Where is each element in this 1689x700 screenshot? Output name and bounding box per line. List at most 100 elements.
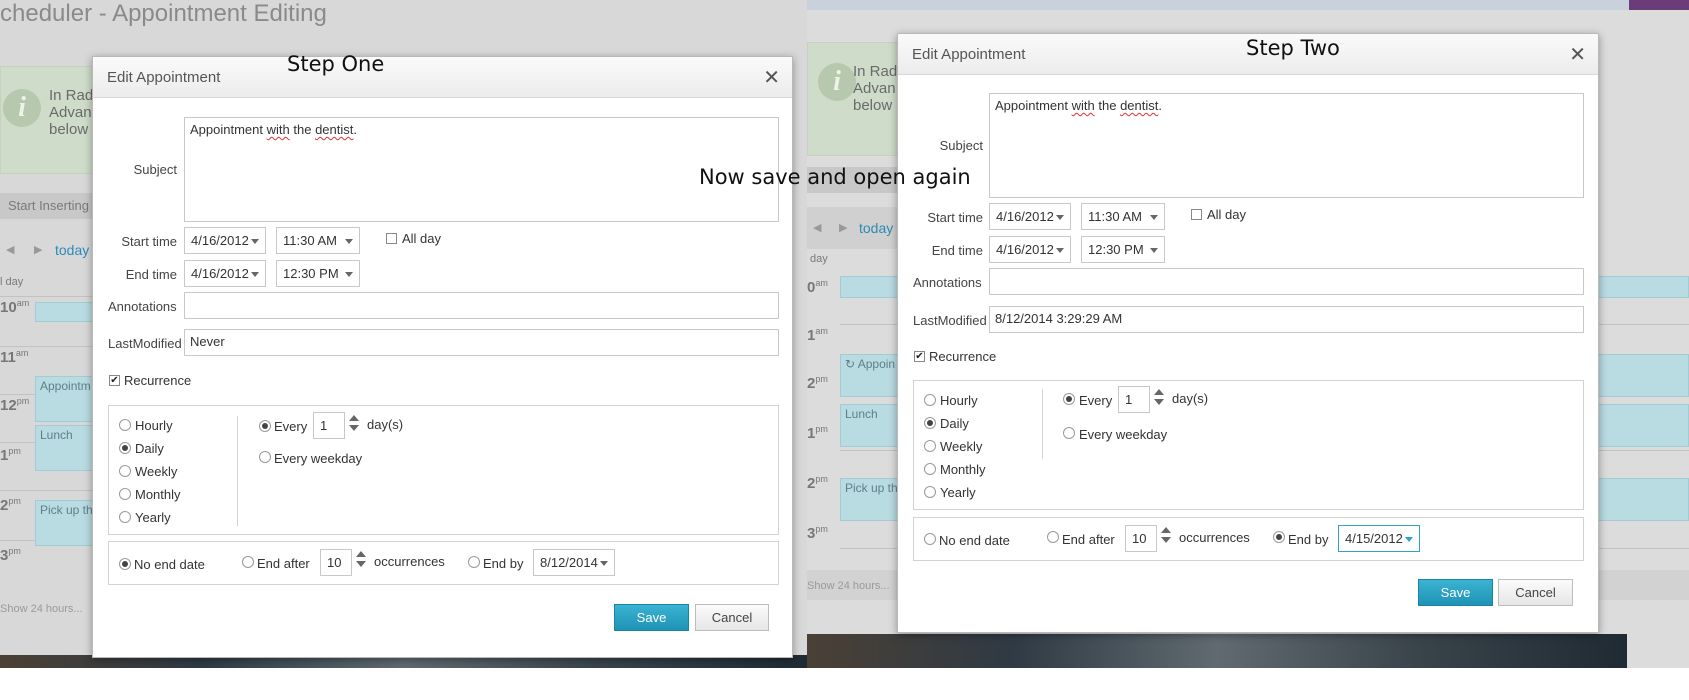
cancel-button[interactable]: Cancel [695, 604, 769, 631]
end-time-label: End time [125, 267, 177, 282]
every-weekday-label: Every weekday [274, 451, 363, 466]
frequency-radio-weekly[interactable] [924, 440, 936, 452]
hour-label: 1pm [0, 446, 21, 464]
next-icon[interactable]: ▶ [839, 221, 847, 234]
today-link[interactable]: today [859, 220, 893, 236]
today-link[interactable]: today [55, 242, 89, 258]
show-24-hours-link[interactable]: Show 24 hours... [807, 580, 890, 592]
frequency-radio-yearly[interactable] [924, 486, 936, 498]
subject-textarea[interactable]: Appointment with the dentist. [184, 117, 779, 222]
end-time-picker[interactable]: 12:30 PM [276, 260, 360, 287]
close-icon[interactable]: ✕ [763, 65, 780, 90]
last-modified-label: LastModified [913, 313, 987, 328]
hour-label: 2pm [0, 496, 21, 514]
recurrence-checkbox[interactable]: ✔ [914, 351, 925, 362]
subject-label: Subject [939, 138, 983, 153]
frequency-radio-daily[interactable] [924, 417, 936, 429]
no-end-date-radio[interactable] [924, 533, 936, 545]
end-time-picker[interactable]: 12:30 PM [1081, 236, 1165, 263]
every-weekday-radio[interactable] [259, 451, 271, 463]
every-weekday-label: Every weekday [1079, 427, 1168, 442]
prev-icon[interactable]: ◀ [6, 243, 14, 256]
annotations-label: Annotations [913, 275, 982, 290]
every-label: Every [1079, 393, 1113, 408]
dialog-header: Edit Appointment ✕ [93, 57, 792, 98]
edit-appointment-dialog-step-one: Edit Appointment ✕ Subject Appointment w… [92, 56, 793, 658]
frequency-label-yearly: Yearly [135, 510, 171, 525]
every-n-days-radio[interactable] [259, 420, 271, 432]
every-weekday-radio[interactable] [1063, 427, 1075, 439]
hour-label: 3pm [0, 546, 21, 564]
toolbar-text: Start Inserting [8, 198, 89, 213]
end-after-label: End after [1062, 532, 1115, 547]
occurrences-stepper[interactable]: 10 [320, 549, 352, 576]
frequency-radio-hourly[interactable] [119, 419, 131, 431]
hour-label: 1am [807, 326, 828, 344]
occurrences-stepper[interactable]: 10 [1125, 525, 1157, 552]
appointment-block[interactable]: Lunch [35, 425, 100, 471]
end-by-label: End by [483, 556, 524, 571]
end-after-label: End after [257, 556, 310, 571]
frequency-label-hourly: Hourly [940, 393, 978, 408]
end-after-radio[interactable] [1047, 531, 1059, 543]
annotations-input[interactable] [989, 268, 1584, 295]
frequency-radio-monthly[interactable] [924, 463, 936, 475]
annotations-label: Annotations [108, 299, 177, 314]
appointment-block[interactable] [35, 302, 100, 322]
subject-textarea[interactable]: Appointment with the dentist. [989, 93, 1584, 198]
recurrence-range-panel: No end date End after 10 occurrences End… [108, 541, 779, 585]
hour-label: 10am [0, 298, 30, 316]
appointment-block[interactable]: Appointm [35, 376, 100, 422]
info-icon: i [3, 89, 41, 127]
next-icon[interactable]: ▶ [34, 243, 42, 256]
frequency-label-hourly: Hourly [135, 418, 173, 433]
end-time-label: End time [931, 243, 983, 258]
end-date-picker[interactable]: 4/16/2012 [184, 260, 266, 287]
every-n-days-radio[interactable] [1063, 393, 1075, 405]
frequency-label-weekly: Weekly [135, 464, 178, 479]
appointment-block[interactable]: Pick up th [35, 500, 100, 546]
show-24-hours-link[interactable]: Show 24 hours... [0, 603, 83, 615]
every-days-stepper[interactable]: 1 [313, 412, 345, 439]
start-time-picker[interactable]: 11:30 AM [276, 227, 360, 254]
recurrence-range-panel: No end date End after 10 occurrences End… [913, 517, 1584, 561]
allday-label: l day [0, 276, 24, 288]
start-date-picker[interactable]: 4/16/2012 [989, 203, 1071, 230]
edit-appointment-dialog-step-two: Edit Appointment ✕ Subject Appointment w… [897, 33, 1599, 633]
frequency-radio-weekly[interactable] [119, 465, 131, 477]
info-box: i In Rad Advan below [807, 42, 899, 156]
days-label: day(s) [1172, 391, 1209, 406]
prev-icon[interactable]: ◀ [813, 221, 821, 234]
save-button[interactable]: Save [1418, 579, 1493, 606]
all-day-checkbox[interactable] [386, 233, 397, 244]
instruction-note: Now save and open again [699, 165, 971, 189]
info-icon: i [818, 63, 856, 101]
start-date-picker[interactable]: 4/16/2012 [184, 227, 266, 254]
subject-label: Subject [133, 162, 177, 177]
no-end-date-radio[interactable] [119, 558, 131, 570]
app-title: cheduler - Appointment Editing [0, 0, 327, 27]
recurrence-checkbox[interactable]: ✔ [109, 375, 120, 386]
end-date-picker[interactable]: 4/16/2012 [989, 236, 1071, 263]
frequency-radio-daily[interactable] [119, 442, 131, 454]
start-time-picker[interactable]: 11:30 AM [1081, 203, 1165, 230]
every-days-stepper[interactable]: 1 [1118, 386, 1150, 413]
all-day-checkbox[interactable] [1191, 209, 1202, 220]
close-icon[interactable]: ✕ [1569, 42, 1586, 67]
end-by-radio[interactable] [1273, 531, 1285, 543]
frequency-label-monthly: Monthly [135, 487, 181, 502]
frequency-radio-hourly[interactable] [924, 394, 936, 406]
cancel-button[interactable]: Cancel [1498, 579, 1573, 606]
info-text: In Rad Advan below [49, 87, 94, 138]
save-button[interactable]: Save [614, 604, 689, 631]
frequency-radio-yearly[interactable] [119, 511, 131, 523]
hour-label: 12pm [0, 396, 30, 414]
end-by-date-picker[interactable]: 4/15/2012 [1338, 525, 1420, 552]
end-after-radio[interactable] [242, 556, 254, 568]
day-label: day [810, 253, 828, 265]
frequency-radio-monthly[interactable] [119, 488, 131, 500]
end-by-date-picker[interactable]: 8/12/2014 [533, 549, 615, 576]
annotations-input[interactable] [184, 292, 779, 319]
end-by-radio[interactable] [468, 556, 480, 568]
frequency-label-yearly: Yearly [940, 485, 976, 500]
